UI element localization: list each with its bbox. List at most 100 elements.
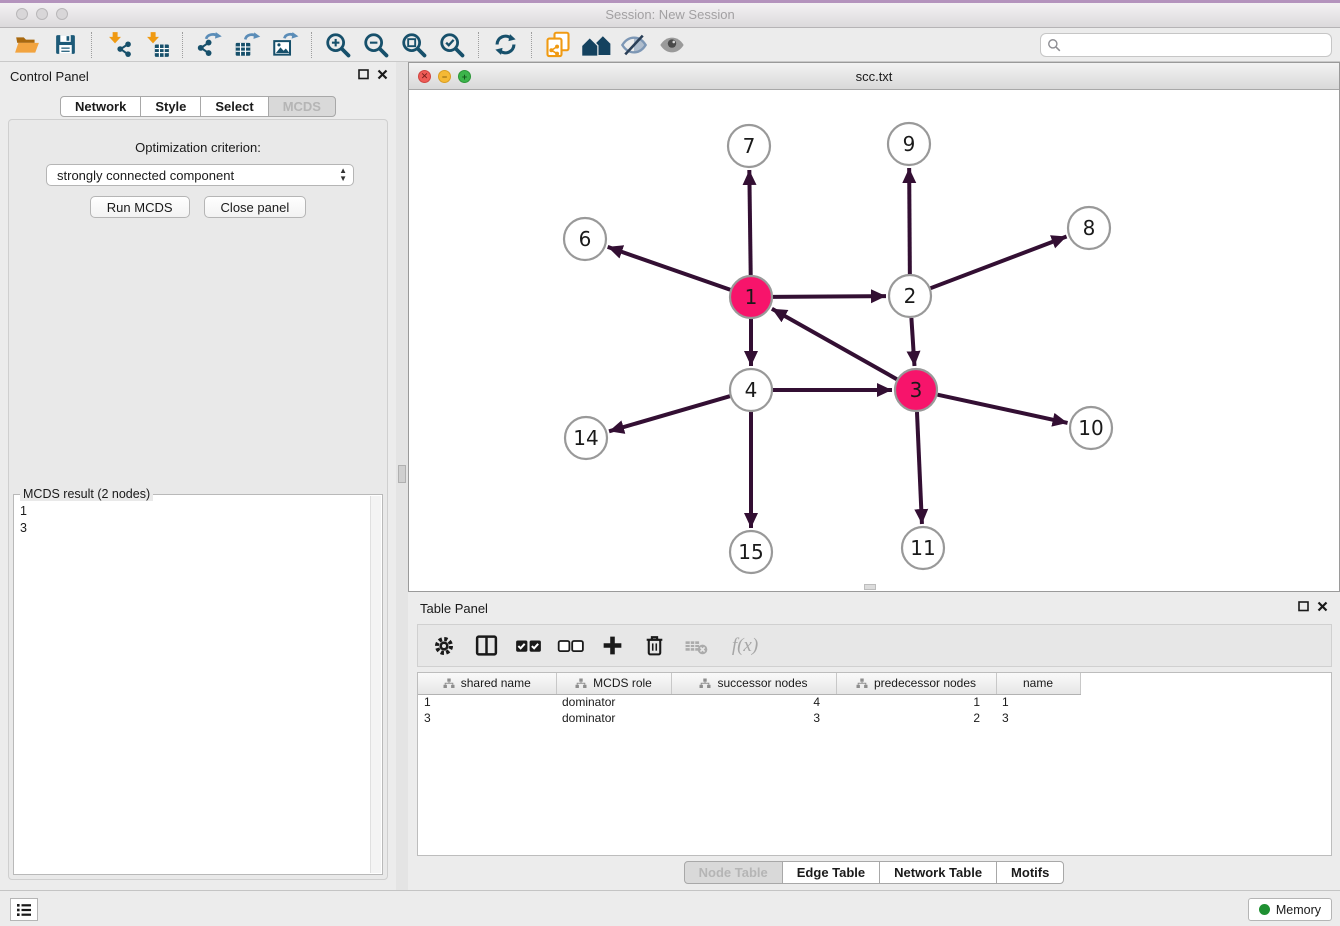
float-panel-icon[interactable] (358, 69, 369, 80)
toolbar-separator (91, 32, 92, 58)
zoom-out-button[interactable] (357, 30, 395, 60)
table-tab-motifs[interactable]: Motifs (996, 861, 1064, 884)
table-tab-node-table[interactable]: Node Table (684, 861, 783, 884)
graph-node-label: 8 (1083, 216, 1096, 240)
export-image-button[interactable] (266, 30, 304, 60)
column-header-predecessor-nodes[interactable]: predecessor nodes (836, 673, 996, 694)
table-cell[interactable]: dominator (556, 694, 671, 710)
search-field-wrap (1040, 33, 1332, 57)
show-columns-button[interactable] (472, 631, 500, 661)
graph-edge-1-7[interactable] (749, 170, 750, 275)
fit-content-button[interactable] (395, 30, 433, 60)
import-network-button[interactable] (99, 30, 137, 60)
hide-panels-button[interactable] (615, 30, 653, 60)
graph-edge-1-2[interactable] (773, 296, 886, 297)
tab-style[interactable]: Style (140, 96, 201, 117)
gear-icon (432, 634, 456, 658)
app-titlebar: Session: New Session (0, 0, 1340, 28)
graph-node-label: 15 (738, 540, 763, 564)
table-cell[interactable]: 3 (671, 710, 836, 726)
table-cell[interactable]: 1 (418, 694, 556, 710)
tree-icon (699, 678, 711, 689)
table-cell[interactable]: 3 (996, 710, 1080, 726)
save-session-button[interactable] (46, 30, 84, 60)
search-input[interactable] (1040, 33, 1332, 57)
panel-divider[interactable] (396, 62, 408, 890)
graph-edge-4-14[interactable] (609, 396, 730, 431)
graph-node-label: 11 (910, 536, 935, 560)
criterion-select[interactable]: strongly connected component ▲▼ (46, 164, 354, 186)
table-cell[interactable]: 1 (836, 694, 996, 710)
network-pages-button[interactable] (539, 30, 577, 60)
refresh-icon (492, 31, 519, 58)
graph-node-label: 1 (745, 285, 758, 309)
refresh-layout-button[interactable] (486, 30, 524, 60)
graph-edge-3-1[interactable] (772, 309, 897, 379)
control-panel: Control Panel NetworkStyleSelectMCDS Opt… (0, 62, 396, 890)
graph-node-label: 3 (910, 378, 923, 402)
plus-icon (600, 633, 625, 658)
delete-table-icon (684, 633, 709, 658)
network-window-titlebar[interactable]: ✕ − + scc.txt (409, 63, 1339, 90)
select-all-columns-button[interactable] (514, 631, 542, 661)
divider-grabber[interactable] (398, 465, 406, 483)
column-header-MCDS-role[interactable]: MCDS role (556, 673, 671, 694)
canvas-grabber[interactable] (864, 584, 876, 590)
export-table-button[interactable] (228, 30, 266, 60)
memory-button[interactable]: Memory (1248, 898, 1332, 921)
export-network-button[interactable] (190, 30, 228, 60)
close-table-panel-icon[interactable] (1317, 601, 1328, 612)
result-scrollbar[interactable] (370, 496, 381, 873)
table-cell[interactable]: 1 (996, 694, 1080, 710)
home-button[interactable] (577, 30, 615, 60)
close-panel-button[interactable]: Close panel (204, 196, 307, 218)
export-image-icon (272, 31, 299, 58)
table-settings-button[interactable] (430, 631, 458, 661)
delete-columns-button[interactable] (640, 631, 668, 661)
graph-edge-2-9[interactable] (909, 168, 910, 274)
table-row[interactable]: 3dominator323 (418, 710, 1080, 726)
window-accent-strip (0, 0, 1340, 3)
tab-select[interactable]: Select (200, 96, 268, 117)
task-history-button[interactable] (10, 898, 38, 921)
table-cell[interactable]: 2 (836, 710, 996, 726)
delete-table-button[interactable] (682, 631, 710, 661)
table-cell[interactable]: 3 (418, 710, 556, 726)
mcds-result-lines[interactable]: 1 3 (20, 503, 366, 870)
function-builder-button[interactable]: f(x) (724, 631, 766, 661)
tab-mcds[interactable]: MCDS (268, 96, 336, 117)
mcds-result-title: MCDS result (2 nodes) (20, 487, 153, 501)
graph-edge-3-10[interactable] (937, 395, 1067, 423)
table-tab-edge-table[interactable]: Edge Table (782, 861, 880, 884)
table-cell[interactable]: 4 (671, 694, 836, 710)
graph-edge-1-6[interactable] (608, 247, 731, 290)
graph-edge-2-8[interactable] (931, 237, 1067, 289)
graph-edge-3-11[interactable] (917, 412, 922, 524)
table-row[interactable]: 1dominator411 (418, 694, 1080, 710)
graph-edge-2-3[interactable] (911, 318, 914, 366)
float-table-panel-icon[interactable] (1298, 601, 1309, 612)
network-window-title: scc.txt (409, 69, 1339, 84)
table-tab-network-table[interactable]: Network Table (879, 861, 997, 884)
column-header-shared-name[interactable]: shared name (418, 673, 556, 694)
import-table-button[interactable] (137, 30, 175, 60)
graph-node-label: 7 (743, 134, 756, 158)
open-file-button[interactable] (8, 30, 46, 60)
zoom-in-button[interactable] (319, 30, 357, 60)
status-bar: Memory (0, 890, 1340, 926)
column-header-successor-nodes[interactable]: successor nodes (671, 673, 836, 694)
column-header-name[interactable]: name (996, 673, 1080, 694)
tree-icon (443, 678, 455, 689)
network-view-window: ✕ − + scc.txt 7968124314101511 (408, 62, 1340, 592)
tab-network[interactable]: Network (60, 96, 141, 117)
table-cell[interactable]: dominator (556, 710, 671, 726)
zoom-selected-button[interactable] (433, 30, 471, 60)
run-mcds-button[interactable]: Run MCDS (90, 196, 190, 218)
network-canvas[interactable]: 7968124314101511 (409, 90, 1339, 591)
close-panel-icon[interactable] (377, 69, 388, 80)
create-column-button[interactable] (598, 631, 626, 661)
show-panels-button[interactable] (653, 30, 691, 60)
mcds-result-box: MCDS result (2 nodes) 1 3 (13, 494, 383, 875)
unselect-all-columns-button[interactable] (556, 631, 584, 661)
unchecked-boxes-icon (557, 632, 584, 659)
